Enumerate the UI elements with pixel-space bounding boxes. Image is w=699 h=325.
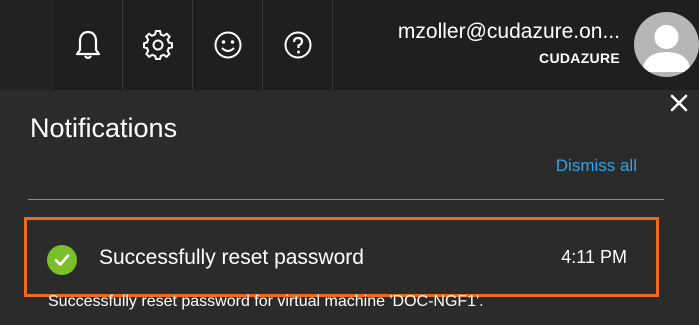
checkmark-icon <box>47 245 77 275</box>
help-icon <box>283 30 313 60</box>
notification-time: 4:11 PM <box>561 247 627 267</box>
user-email: mzoller@cudazure.on... <box>397 20 620 43</box>
bell-icon <box>75 29 101 61</box>
divider <box>28 199 664 200</box>
notifications-button[interactable] <box>53 0 123 90</box>
user-tenant: CUDAZURE <box>539 50 620 66</box>
close-icon <box>669 93 689 118</box>
feedback-button[interactable] <box>193 0 263 90</box>
notification-message: Successfully reset password for virtual … <box>48 293 484 310</box>
settings-button[interactable] <box>123 0 193 90</box>
notification-item[interactable]: Successfully reset password 4:11 PM Succ… <box>24 217 659 310</box>
help-button[interactable] <box>263 0 333 90</box>
account-menu[interactable]: mzoller@cudazure.on... CUDAZURE <box>334 0 634 90</box>
close-panel-button[interactable] <box>664 90 694 120</box>
top-bar-left-edge <box>0 0 53 90</box>
notification-title: Successfully reset password <box>99 246 364 269</box>
panel-title: Notifications <box>30 113 178 143</box>
top-bar: mzoller@cudazure.on... CUDAZURE <box>0 0 699 90</box>
avatar[interactable] <box>634 12 699 77</box>
user-avatar-icon <box>642 25 691 72</box>
dismiss-all-link[interactable]: Dismiss all <box>556 156 637 176</box>
gear-icon <box>142 30 173 60</box>
smiley-icon <box>213 30 243 60</box>
